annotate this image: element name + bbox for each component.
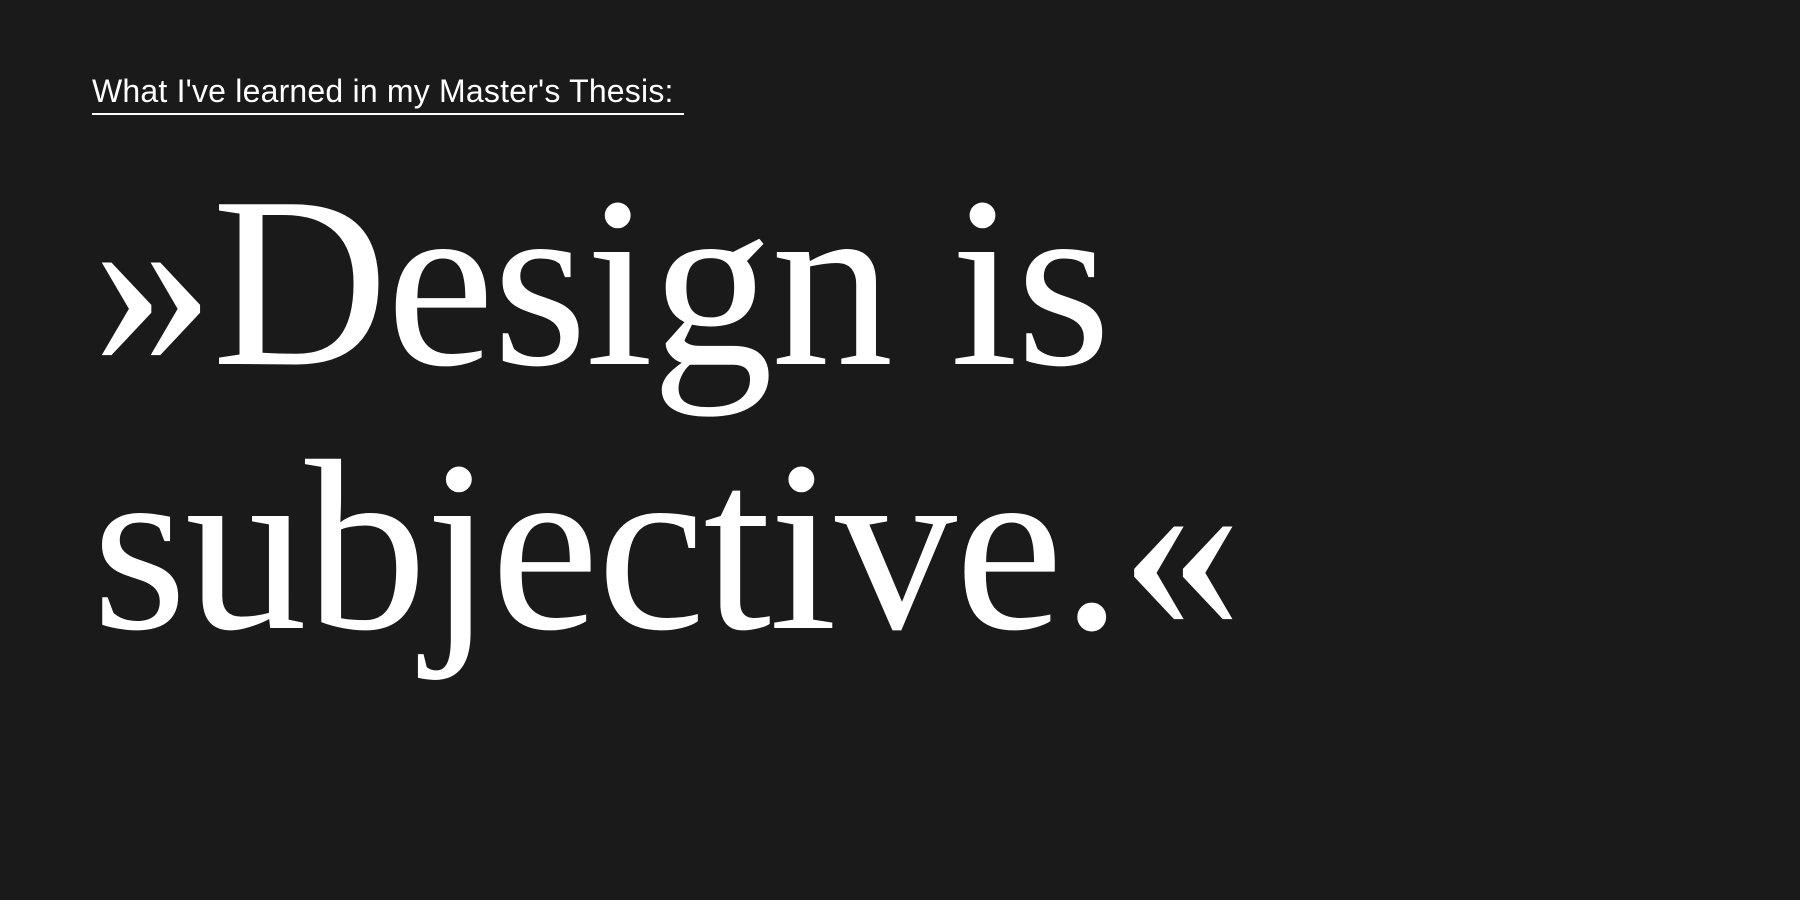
slide: What I've learned in my Master's Thesis:… [0,0,1800,900]
quote-line-2: subjective.« [92,411,1242,681]
quote-line-1: »Design is [92,147,1111,417]
headline-quote: »Design is subjective.« [92,150,1592,678]
kicker-heading: What I've learned in my Master's Thesis: [92,73,684,116]
